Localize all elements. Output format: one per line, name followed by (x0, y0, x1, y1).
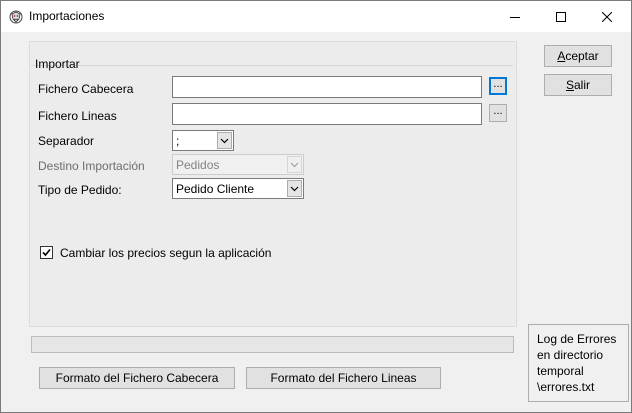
log-line: Log de Errores (537, 332, 617, 346)
destino-select: Pedidos (172, 154, 304, 175)
chevron-down-icon (287, 156, 302, 173)
app-icon (9, 10, 23, 24)
separador-select[interactable]: ; (172, 130, 234, 151)
destino-label: Destino Importación (38, 159, 145, 173)
chevron-down-icon (217, 132, 232, 149)
aceptar-button[interactable]: Aceptar (544, 45, 612, 67)
progress-bar (31, 336, 514, 353)
aceptar-accel: A (557, 49, 566, 63)
log-line: temporal (537, 364, 584, 378)
maximize-button[interactable] (538, 1, 584, 32)
close-button[interactable] (584, 1, 630, 32)
salir-button[interactable]: Salir (544, 74, 612, 96)
maximize-icon (556, 11, 566, 22)
fichero-lineas-label: Fichero Lineas (38, 109, 117, 123)
fichero-lineas-input[interactable] (172, 103, 482, 125)
salir-label: alir (574, 78, 591, 92)
tipo-pedido-label: Tipo de Pedido: (38, 183, 122, 197)
browse-lineas-button[interactable]: ... (489, 104, 507, 122)
log-line: en directorio (537, 348, 604, 362)
salir-accel: S (565, 78, 574, 92)
group-legend: Importar (35, 57, 80, 71)
formato-cabecera-button[interactable]: Formato del Fichero Cabecera (39, 367, 235, 389)
minimize-icon (510, 16, 520, 18)
importaciones-window: Importaciones Importar Fichero Cabecera … (0, 0, 632, 413)
tipo-pedido-value: Pedido Cliente (176, 182, 255, 196)
destino-value: Pedidos (176, 158, 220, 172)
separador-value: ; (176, 134, 180, 148)
browse-cabecera-button[interactable]: ... (489, 77, 507, 95)
aceptar-label: ceptar (565, 49, 599, 63)
close-icon (602, 11, 612, 22)
window-title: Importaciones (29, 9, 105, 23)
fichero-cabecera-input[interactable] (172, 76, 482, 98)
log-errores-box: Log de Errores en directorio temporal \e… (528, 324, 629, 402)
title-bar[interactable]: Importaciones (1, 1, 631, 32)
minimize-button[interactable] (492, 1, 538, 32)
tipo-pedido-select[interactable]: Pedido Cliente (172, 178, 304, 199)
fichero-cabecera-label: Fichero Cabecera (38, 82, 134, 96)
checkmark-icon (42, 248, 51, 257)
cambiar-precios-checkbox[interactable] (40, 246, 53, 259)
formato-lineas-button[interactable]: Formato del Fichero Lineas (246, 367, 441, 389)
chevron-down-icon (287, 180, 302, 197)
group-divider (31, 65, 513, 66)
cambiar-precios-label[interactable]: Cambiar los precios segun la aplicación (60, 246, 271, 260)
separador-label: Separador (38, 134, 95, 148)
log-line: \errores.txt (537, 380, 595, 394)
